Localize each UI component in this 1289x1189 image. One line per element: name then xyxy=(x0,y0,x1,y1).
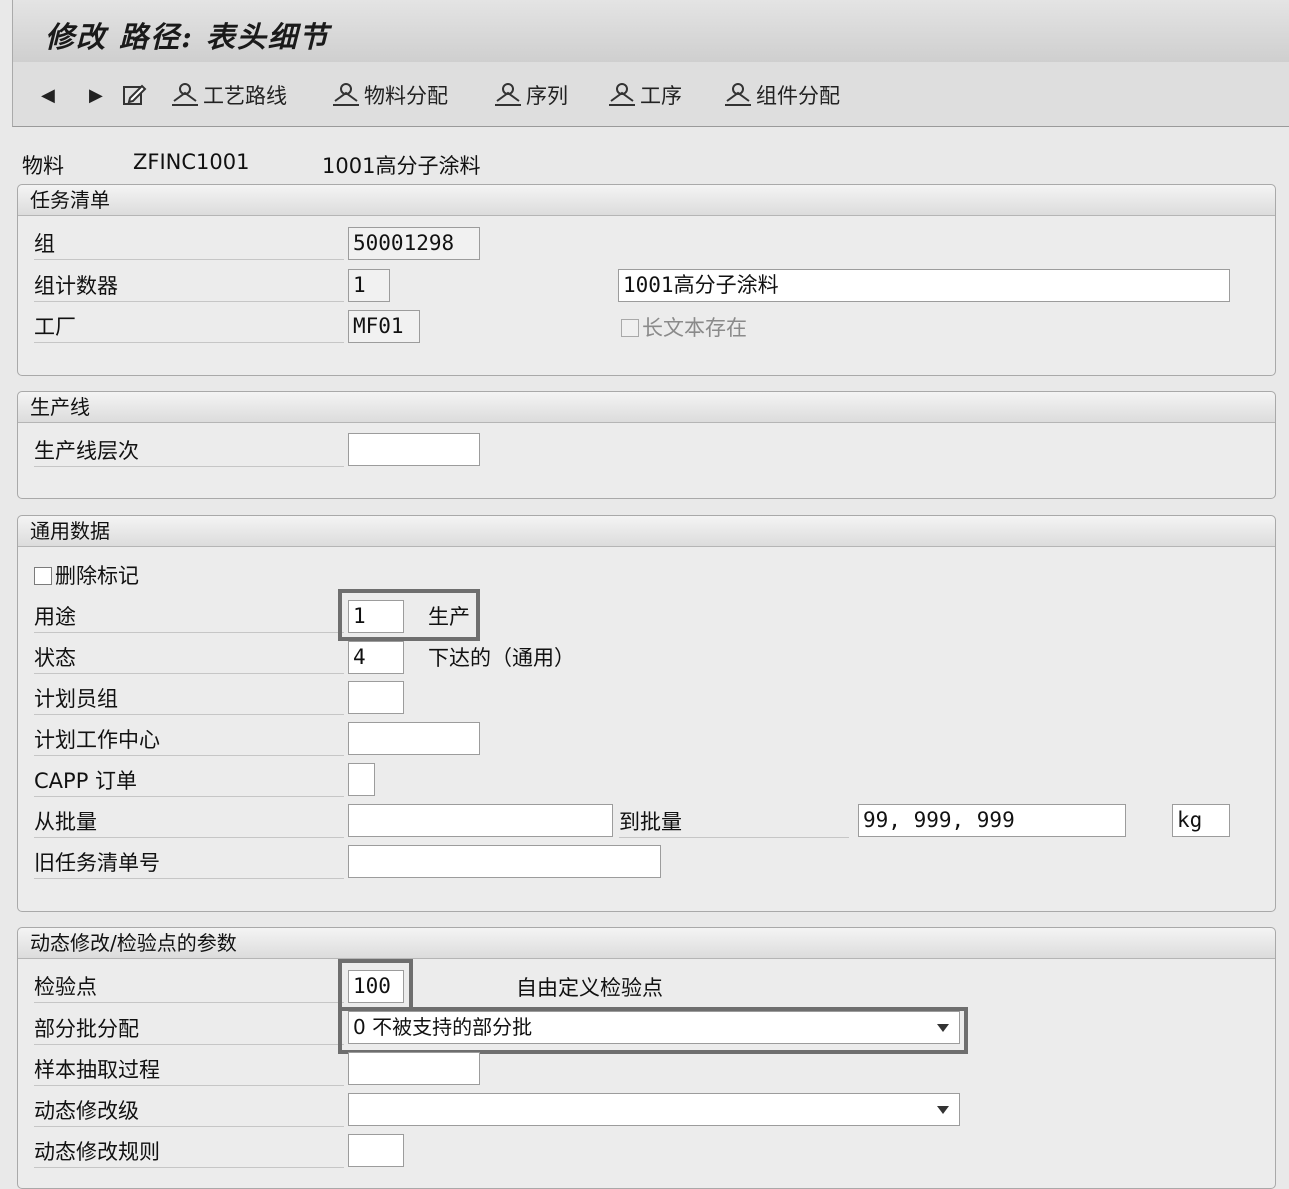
toolbar-component-assign-button[interactable]: 组件分配 xyxy=(723,80,840,110)
line-hierarchy-label: 生产线层次 xyxy=(34,436,344,467)
from-lot-field[interactable] xyxy=(348,804,613,837)
planning-work-center-label: 计划工作中心 xyxy=(34,725,344,756)
usage-highlight-box xyxy=(338,589,480,641)
line-hierarchy-field[interactable] xyxy=(348,433,480,466)
unit-field[interactable]: kg xyxy=(1172,804,1230,837)
toolbar-operation-button[interactable]: 工序 xyxy=(607,80,682,110)
planner-group-field[interactable] xyxy=(348,681,404,714)
to-lot-field[interactable]: 99, 999, 999 xyxy=(858,804,1126,837)
task-list-header: 任务清单 xyxy=(18,185,1275,216)
planning-work-center-field[interactable] xyxy=(348,722,480,755)
edit-icon xyxy=(123,84,147,105)
material-label: 物料 xyxy=(22,154,64,178)
material-description: 1001高分子涂料 xyxy=(322,154,481,178)
production-line-header: 生产线 xyxy=(18,392,1275,423)
to-lot-label: 到批量 xyxy=(619,807,849,838)
previous-icon: ◀ xyxy=(41,84,55,106)
dynamic-mod-rule-field[interactable] xyxy=(348,1134,404,1167)
toolbar-sequence-label: 序列 xyxy=(526,84,568,108)
toolbar-routing-label: 工艺路线 xyxy=(203,84,287,108)
group-label: 组 xyxy=(34,229,344,260)
toolbar-material-assign-label: 物料分配 xyxy=(364,84,448,108)
toolbar-routing-button[interactable]: 工艺路线 xyxy=(170,80,287,110)
toolbar-material-assign-button[interactable]: 物料分配 xyxy=(331,80,448,110)
sample-procedure-label: 样本抽取过程 xyxy=(34,1055,344,1086)
status-label: 状态 xyxy=(34,643,344,674)
toolbar-component-assign-label: 组件分配 xyxy=(756,84,840,108)
next-icon: ▶ xyxy=(89,84,103,106)
planner-group-label: 计划员组 xyxy=(34,684,344,715)
dynamic-modification-header: 动态修改/检验点的参数 xyxy=(18,928,1275,959)
old-task-list-label: 旧任务清单号 xyxy=(34,848,344,879)
capp-order-field[interactable] xyxy=(348,763,375,796)
dynamic-mod-level-dropdown[interactable] xyxy=(348,1093,960,1126)
hierarchy-icon xyxy=(495,83,521,106)
hierarchy-icon xyxy=(725,83,751,106)
edit-button[interactable] xyxy=(121,80,150,110)
sample-procedure-field[interactable] xyxy=(348,1052,480,1085)
checkbox-icon xyxy=(34,567,52,585)
page-title: 修改 路径: 表头细节 xyxy=(45,20,330,54)
deletion-flag-checkbox[interactable]: 删除标记 xyxy=(34,561,139,591)
back-button[interactable]: ◀ xyxy=(41,80,55,110)
dropdown-arrow-icon[interactable] xyxy=(937,1106,949,1114)
hierarchy-icon xyxy=(172,83,198,106)
old-task-list-field[interactable] xyxy=(348,845,661,878)
group-counter-label: 组计数器 xyxy=(34,271,344,302)
inspection-point-highlight-box xyxy=(338,959,413,1011)
dynamic-mod-level-label: 动态修改级 xyxy=(34,1096,344,1127)
group-field[interactable]: 50001298 xyxy=(348,227,480,260)
partial-lot-highlight-box xyxy=(338,1007,968,1054)
dynamic-mod-rule-label: 动态修改规则 xyxy=(34,1137,344,1168)
hierarchy-icon xyxy=(333,83,359,106)
title-bar: 修改 路径: 表头细节 xyxy=(12,0,1289,62)
group-counter-field[interactable]: 1 xyxy=(348,269,390,302)
partial-lot-label: 部分批分配 xyxy=(34,1014,344,1045)
hierarchy-icon xyxy=(609,83,635,106)
toolbar-operation-label: 工序 xyxy=(640,84,682,108)
general-data-header: 通用数据 xyxy=(18,516,1275,547)
inspection-point-label: 检验点 xyxy=(34,972,344,1003)
inspection-point-text: 自由定义检验点 xyxy=(516,976,663,1000)
capp-order-label: CAPP 订单 xyxy=(34,766,344,797)
long-text-label: 长文本存在 xyxy=(642,316,747,340)
status-text: 下达的（通用） xyxy=(428,646,575,670)
forward-button[interactable]: ▶ xyxy=(89,80,103,110)
material-code: ZFINC1001 xyxy=(133,150,250,174)
task-list-description-field[interactable]: 1001高分子涂料 xyxy=(618,269,1230,302)
long-text-checkbox[interactable]: 长文本存在 xyxy=(621,313,747,343)
deletion-flag-label: 删除标记 xyxy=(55,564,139,588)
usage-label: 用途 xyxy=(34,602,344,633)
plant-label: 工厂 xyxy=(34,312,344,343)
dynamic-modification-group: 动态修改/检验点的参数 检验点 100 自由定义检验点 部分批分配 0 不被支持… xyxy=(17,927,1276,1189)
toolbar-sequence-button[interactable]: 序列 xyxy=(493,80,568,110)
toolbar: ◀ ▶ 工艺路线 物料分配 序列 工序 组件分配 xyxy=(12,62,1289,127)
status-field[interactable]: 4 xyxy=(348,641,404,674)
checkbox-icon xyxy=(621,319,639,337)
from-lot-label: 从批量 xyxy=(34,807,344,838)
general-data-group: 通用数据 删除标记 用途 1 生产 状态 4 下达的（通用） 计划员组 计划工作… xyxy=(17,515,1276,912)
task-list-group: 任务清单 组 50001298 组计数器 1 1001高分子涂料 工厂 MF01… xyxy=(17,184,1276,376)
production-line-group: 生产线 生产线层次 xyxy=(17,391,1276,499)
plant-field[interactable]: MF01 xyxy=(348,310,420,343)
